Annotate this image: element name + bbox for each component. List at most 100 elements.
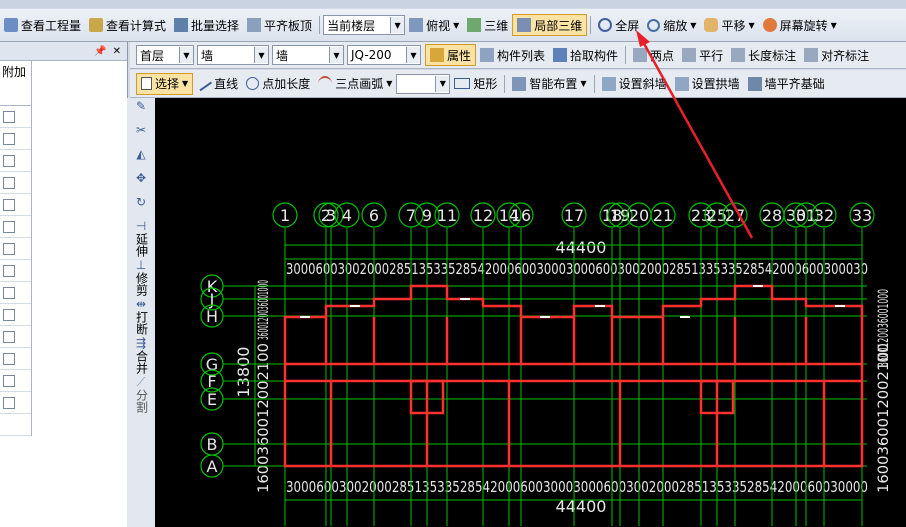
floor-select[interactable]: 首层 ▼ [136, 45, 194, 65]
pen-tool[interactable]: ✎ [127, 100, 155, 122]
formula-icon [89, 18, 104, 32]
mirror-tool[interactable]: ◭ [127, 148, 155, 170]
axis-label-4: 4 [342, 206, 352, 225]
align-dim-icon [804, 48, 819, 62]
cursor-icon [141, 77, 152, 90]
checkbox[interactable] [3, 154, 15, 167]
axis-label-16: 16 [511, 206, 531, 225]
rotate-icon: ↻ [135, 195, 147, 209]
select-button[interactable]: 选择 ▼ [136, 72, 194, 95]
column-header: 附加 [0, 61, 31, 106]
point-length-icon [246, 77, 260, 90]
chevron-down-icon: ▼ [254, 47, 268, 63]
smart-layout-button[interactable]: 智能布置 ▼ [508, 74, 590, 94]
chevron-down-icon: ▼ [748, 20, 755, 30]
local-3d-icon [517, 18, 532, 32]
right-dims-lower: 1600360012002100 [876, 343, 892, 493]
type-select[interactable]: 墙 ▼ [272, 45, 344, 65]
checkbox[interactable] [3, 330, 15, 343]
arch-wall-button[interactable]: 设置拱墙 [671, 74, 744, 94]
move-tool[interactable]: ✥ [127, 172, 155, 194]
properties-button[interactable]: 属性 [425, 44, 477, 66]
flush-slab-icon [247, 18, 262, 32]
smart-layout-icon [512, 76, 527, 91]
checkbox[interactable] [3, 286, 15, 299]
rectangle-button[interactable]: 矩形 [450, 74, 501, 94]
chevron-down-icon: ▼ [690, 20, 697, 30]
component-select[interactable]: JQ-200 ▼ [347, 45, 421, 65]
batch-select-button[interactable]: 批量选择 [170, 15, 243, 35]
full-screen-button[interactable]: 全屏 [594, 15, 643, 35]
batch-icon [174, 18, 189, 32]
zoom-extents-icon [598, 18, 613, 32]
arc-icon [318, 75, 333, 92]
checkbox-row [0, 304, 31, 326]
axis-label-9: 9 [422, 206, 432, 225]
slope-wall-button[interactable]: 设置斜墙 [598, 74, 671, 94]
chevron-down-icon: ▼ [390, 17, 405, 33]
checkbox[interactable] [3, 374, 15, 387]
parallel-button[interactable]: 平行 [678, 45, 727, 65]
checkbox[interactable] [3, 110, 15, 123]
align-dim-button[interactable]: 对齐标注 [800, 45, 873, 65]
chevron-down-icon: ▼ [453, 20, 460, 30]
checkbox[interactable] [3, 132, 15, 145]
merge-tool[interactable]: ⇶ 合并 [127, 337, 155, 375]
separator [625, 46, 627, 64]
rotate-tool[interactable]: ↻ [127, 196, 155, 218]
pan-button[interactable]: 平移 ▼ [700, 15, 758, 35]
axis-label-33: 33 [852, 206, 872, 225]
bottom-dimension-string: 3000600300200028513533528542000600300030… [286, 478, 868, 496]
checkbox[interactable] [3, 264, 15, 277]
checkbox[interactable] [3, 198, 15, 211]
view-quantity-button[interactable]: 查看工程量 [0, 15, 85, 35]
floor-scope-select[interactable]: 当前楼层 ▼ [323, 15, 406, 35]
local-3d-button[interactable]: 局部三维 [512, 14, 588, 36]
checkbox[interactable] [3, 220, 15, 233]
mirror-icon: ◭ [136, 147, 146, 161]
three-d-button[interactable]: 三维 [463, 15, 512, 35]
axis-label-21: 21 [653, 206, 673, 225]
chevron-down-icon: ▼ [406, 47, 420, 63]
break-tool[interactable]: ⇹ 打断 [127, 298, 155, 336]
split-tool[interactable]: ⟋ 分割 [127, 376, 155, 414]
pin-icon[interactable]: 📌 [94, 46, 106, 57]
left-dims-upper: 3600120036001000 [256, 280, 272, 340]
close-icon[interactable]: ✕ [113, 46, 121, 57]
extend-tool[interactable]: ⊣ 延伸 [127, 220, 155, 258]
top-view-button[interactable]: 俯视 ▼ [405, 15, 463, 35]
pick-component-button[interactable]: 拾取构件 [549, 45, 622, 65]
chevron-down-icon: ▼ [179, 47, 193, 63]
checkbox-row [0, 194, 31, 216]
checkbox[interactable] [3, 176, 15, 189]
floor-plan-drawing[interactable]: 44400 44400 3000600300200028513533528542… [155, 98, 906, 527]
toolbar-draw: 选择 ▼ 直线 点加长度 三点画弧 ▼ ▼ 矩形 智能布置 ▼ 设置斜墙 设置拱墙 墙… [130, 70, 906, 98]
copy-tool[interactable]: ✂ [127, 124, 155, 146]
length-dim-button[interactable]: 长度标注 [727, 45, 800, 65]
category-select[interactable]: 墙 ▼ [197, 45, 269, 65]
view-formula-button[interactable]: 查看计算式 [85, 15, 170, 35]
separator [319, 16, 321, 34]
wall-flush-base-button[interactable]: 墙平齐基础 [744, 74, 829, 94]
arc-mode-select[interactable]: ▼ [396, 73, 451, 94]
point-length-button[interactable]: 点加长度 [242, 74, 314, 94]
checkbox[interactable] [3, 352, 15, 365]
checkbox[interactable] [3, 396, 15, 409]
two-points-button[interactable]: 两点 [629, 45, 678, 65]
drawing-canvas[interactable]: 44400 44400 3000600300200028513533528542… [155, 98, 906, 527]
flush-slab-button[interactable]: 平齐板顶 [243, 15, 316, 35]
checkbox[interactable] [3, 308, 15, 321]
zoom-button[interactable]: 缩放 ▼ [643, 15, 700, 35]
screen-rotate-button[interactable]: 屏幕旋转 ▼ [759, 15, 841, 35]
arc-button[interactable]: 三点画弧 ▼ [314, 74, 396, 94]
total-height-label: 13800 [234, 347, 253, 398]
trim-tool[interactable]: ⊥ 修剪 [127, 259, 155, 297]
checkbox-row [0, 260, 31, 282]
axis-label-E: E [207, 390, 217, 409]
left-dims-lower: 1600360012002100 [256, 343, 272, 493]
wall-base-icon [747, 76, 762, 91]
checkbox-row [0, 128, 31, 150]
component-list-button[interactable]: 构件列表 [476, 45, 549, 65]
line-button[interactable]: 直线 [193, 74, 242, 94]
checkbox[interactable] [3, 242, 15, 255]
